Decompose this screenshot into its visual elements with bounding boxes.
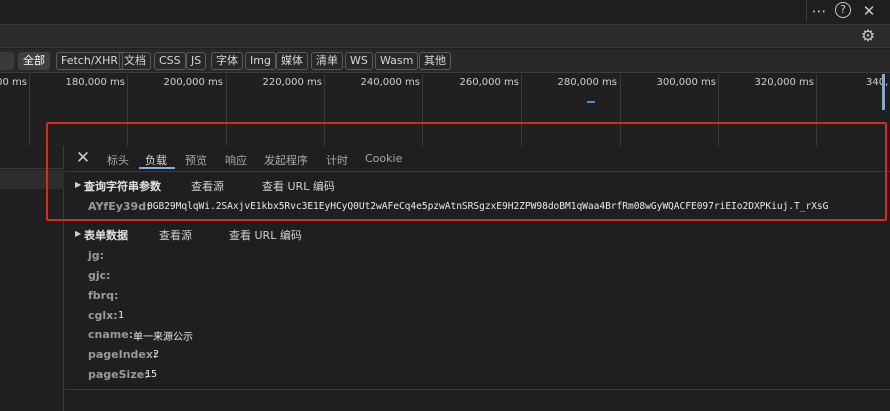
timeline-tick-label: 220,000 ms [262, 77, 322, 88]
pane-divider [65, 389, 890, 390]
form-field-key: cglx: [88, 309, 118, 322]
network-toolbar [0, 24, 890, 48]
filter-media[interactable]: 媒体 [276, 52, 308, 70]
timeline-request-marker [587, 101, 595, 103]
filter-other[interactable]: 其他 [419, 52, 451, 70]
timeline-tick-label: 000 ms [0, 77, 27, 88]
form-field-key: fbrq: [88, 289, 119, 302]
timeline-tick-label: 300,000 ms [656, 77, 716, 88]
form-field-value: 15 [145, 369, 158, 380]
timeline-gridline [29, 74, 30, 146]
form-field-key: pageSize: [88, 368, 149, 381]
form-field-value: 2 [153, 349, 160, 360]
timeline-tick-label: 240,000 ms [360, 77, 420, 88]
filter-css[interactable]: CSS [154, 52, 186, 70]
filter-ws[interactable]: WS [345, 52, 373, 70]
timeline-scroll-edge[interactable] [882, 74, 885, 110]
view-source-link[interactable]: 查看源 [159, 227, 192, 243]
form-field-key: cname: [88, 328, 134, 341]
form-section-title[interactable]: 表单数据 [84, 227, 128, 243]
filter-img[interactable]: Img [245, 52, 276, 70]
expand-triangle-icon[interactable]: ▶ [75, 229, 81, 238]
form-field-value: 单一来源公示 [133, 332, 193, 343]
form-field-key: jg: [88, 249, 105, 262]
timeline-tick-label: 200,000 ms [163, 77, 223, 88]
filter-doc[interactable]: 文档 [119, 52, 151, 70]
filter-wasm[interactable]: Wasm [375, 52, 419, 70]
timeline-tick-label: 280,000 ms [557, 77, 617, 88]
filter-bar: 全部 Fetch/XHR 文档 CSS JS 字体 Img 媒体 清单 WS W… [0, 49, 890, 73]
form-field-key: gjc: [88, 269, 111, 282]
filter-font[interactable]: 字体 [211, 52, 243, 70]
filter-js[interactable]: JS [186, 52, 207, 70]
filter-fetch-xhr[interactable]: Fetch/XHR [56, 52, 123, 70]
filter-manifest[interactable]: 清单 [311, 52, 343, 70]
form-field-key: pageIndex: [88, 348, 158, 361]
form-field-value: 1 [118, 310, 125, 321]
help-icon[interactable]: ? [835, 2, 851, 18]
filter-scroll-edge [0, 52, 14, 70]
title-strip [0, 0, 890, 24]
highlight-box [46, 122, 887, 221]
toolbar-divider [806, 0, 807, 22]
gear-icon[interactable]: ⚙ [858, 27, 878, 45]
more-vertical-icon[interactable]: ⋯ [809, 1, 829, 21]
close-icon[interactable]: ✕ [859, 1, 879, 21]
timeline-tick-label: 320,000 ms [754, 77, 814, 88]
timeline-tick-label: 260,000 ms [459, 77, 519, 88]
filter-all[interactable]: 全部 [18, 52, 50, 70]
timeline-tick-label: 180,000 ms [65, 77, 125, 88]
view-url-encoded-link[interactable]: 查看 URL 编码 [229, 227, 302, 243]
